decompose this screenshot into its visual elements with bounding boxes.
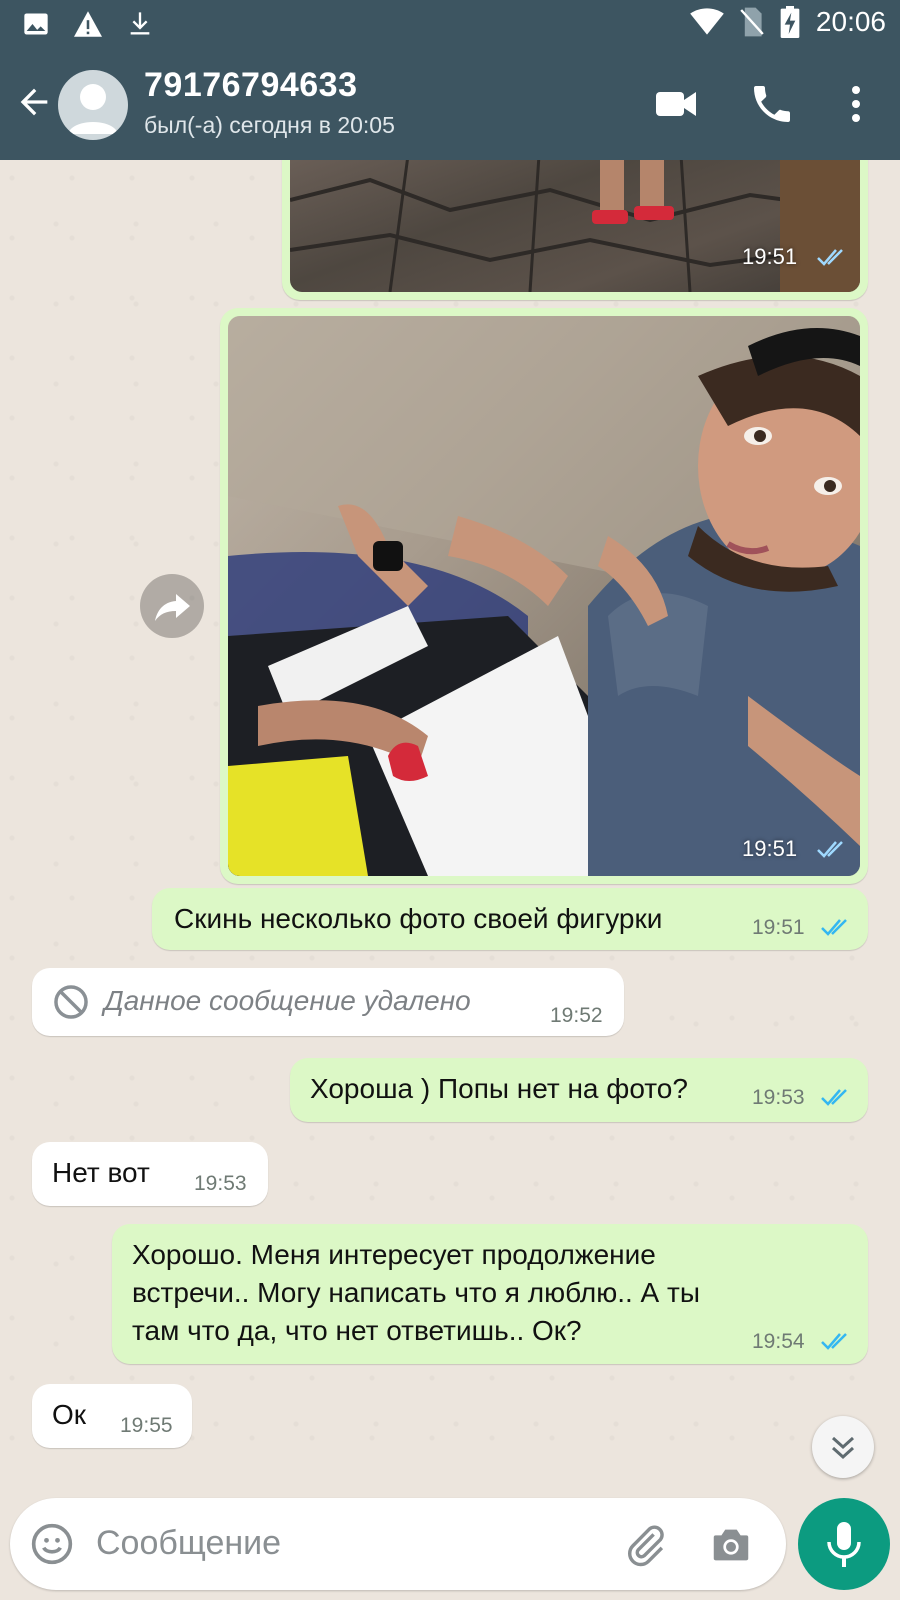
read-ticks-icon bbox=[821, 919, 847, 936]
message-bubble-outgoing[interactable]: Хороша ) Попы нет на фото? 19:53 bbox=[290, 1058, 868, 1122]
forward-icon bbox=[155, 594, 190, 621]
message-time: 19:53 bbox=[752, 1086, 805, 1109]
microphone-icon bbox=[827, 1522, 861, 1567]
contact-name[interactable]: 79176794633 bbox=[144, 66, 358, 105]
message-text: Скинь несколько фото своей фигурки bbox=[174, 903, 663, 934]
message-text: Нет вот bbox=[52, 1157, 150, 1188]
message-time: 19:53 bbox=[194, 1172, 247, 1195]
warning-icon bbox=[74, 11, 102, 37]
message-bubble-outgoing[interactable]: Скинь несколько фото своей фигурки 19:51 bbox=[152, 888, 868, 950]
image-icon bbox=[24, 13, 48, 35]
scroll-to-bottom-button[interactable] bbox=[812, 1416, 874, 1478]
no-sim-icon bbox=[740, 7, 764, 37]
voice-record-button[interactable] bbox=[798, 1498, 890, 1590]
status-time: 20:06 bbox=[815, 6, 886, 37]
message-text: Хороша ) Попы нет на фото? bbox=[310, 1073, 688, 1104]
message-input[interactable]: Сообщение bbox=[96, 1524, 281, 1563]
message-time: 19:52 bbox=[550, 1004, 603, 1027]
chat-area[interactable]: 19:51 19:51 Скинь несколько фото своей ф… bbox=[0, 160, 900, 1490]
message-bubble-outgoing[interactable]: Хорошо. Меня интересует продолжение встр… bbox=[112, 1224, 868, 1364]
message-time: 19:51 bbox=[742, 836, 798, 861]
video-call-icon[interactable] bbox=[652, 80, 700, 128]
double-chevron-down-icon bbox=[831, 1436, 855, 1460]
photo-content bbox=[290, 160, 860, 292]
message-time: 19:51 bbox=[752, 916, 805, 939]
blocked-icon bbox=[54, 985, 88, 1019]
wifi-icon bbox=[690, 8, 724, 35]
forward-button[interactable] bbox=[140, 574, 204, 638]
read-ticks-icon bbox=[821, 1333, 847, 1350]
more-options-icon[interactable] bbox=[832, 80, 880, 128]
read-ticks-icon bbox=[817, 249, 843, 266]
message-time: 19:51 bbox=[742, 244, 798, 269]
phone-call-icon[interactable] bbox=[748, 80, 796, 128]
message-time: 19:54 bbox=[752, 1330, 805, 1353]
shared-photo[interactable]: 19:51 bbox=[228, 316, 860, 876]
message-bubble-incoming[interactable]: Нет вот 19:53 bbox=[32, 1142, 268, 1206]
message-text: Ок bbox=[52, 1399, 87, 1430]
message-bubble-incoming[interactable]: Ок 19:55 bbox=[32, 1384, 192, 1448]
image-message[interactable]: 19:51 bbox=[282, 160, 868, 300]
message-text: Хорошо. Меня интересует продолжение встр… bbox=[132, 1236, 700, 1350]
photo-content bbox=[228, 316, 860, 876]
back-arrow-icon[interactable] bbox=[14, 82, 54, 122]
default-avatar-icon bbox=[68, 84, 118, 134]
camera-icon[interactable] bbox=[708, 1522, 754, 1568]
message-time: 19:55 bbox=[120, 1414, 173, 1437]
deleted-message-text: Данное сообщение удалено bbox=[104, 985, 471, 1016]
message-line: там что да, что нет ответишь.. Ок? bbox=[132, 1315, 582, 1346]
message-line: Хорошо. Меня интересует продолжение bbox=[132, 1239, 656, 1270]
shared-photo[interactable]: 19:51 bbox=[290, 160, 860, 292]
attach-icon[interactable] bbox=[622, 1522, 668, 1568]
deleted-message-bubble[interactable]: Данное сообщение удалено 19:52 bbox=[32, 968, 624, 1036]
download-icon bbox=[130, 12, 150, 35]
message-composer[interactable]: Сообщение bbox=[10, 1498, 786, 1590]
status-bar: 20:06 bbox=[0, 0, 900, 50]
read-ticks-icon bbox=[817, 841, 843, 858]
chat-header: 79176794633 был(-а) сегодня в 20:05 bbox=[0, 50, 900, 160]
message-line: встречи.. Могу написать что я люблю.. А … bbox=[132, 1277, 700, 1308]
last-seen-status: был(-а) сегодня в 20:05 bbox=[144, 112, 395, 138]
read-ticks-icon bbox=[821, 1089, 847, 1106]
avatar[interactable] bbox=[58, 70, 128, 140]
image-message[interactable]: 19:51 bbox=[220, 308, 868, 884]
emoji-icon[interactable] bbox=[30, 1522, 74, 1566]
battery-charging-icon bbox=[780, 6, 800, 38]
